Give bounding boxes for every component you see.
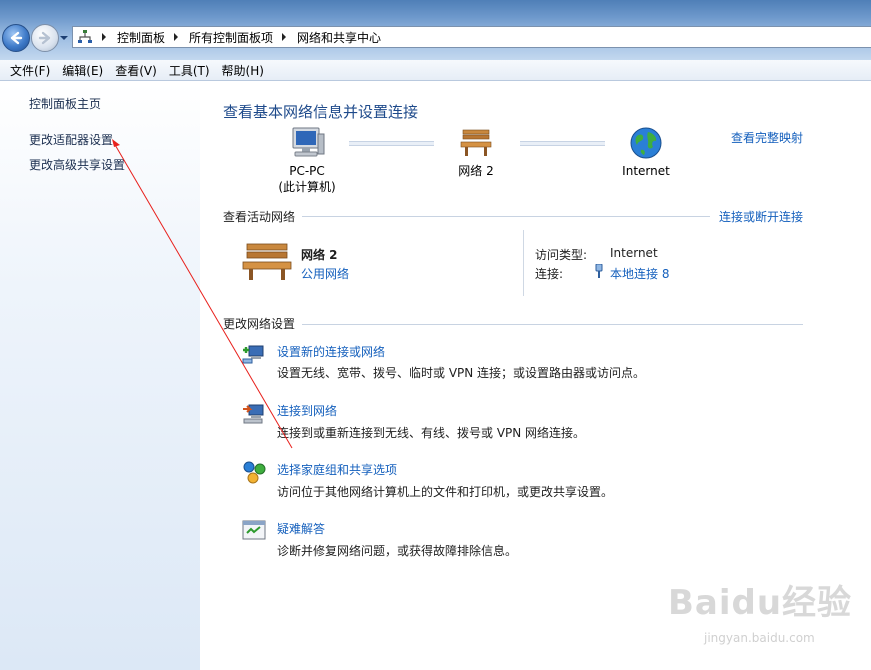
window-titlebar: 控制面板 所有控制面板项 网络和共享中心 bbox=[0, 0, 871, 60]
breadcrumb-separator-icon[interactable] bbox=[173, 32, 183, 42]
map-link-line bbox=[349, 141, 434, 146]
back-button[interactable] bbox=[2, 24, 30, 52]
sidebar: 控制面板主页 更改适配器设置 更改高级共享设置 bbox=[0, 82, 200, 670]
network-type-link[interactable]: 公用网络 bbox=[301, 265, 349, 282]
map-link-line bbox=[520, 141, 605, 146]
sidebar-item-advanced-sharing[interactable]: 更改高级共享设置 bbox=[29, 156, 125, 173]
internet-label: Internet bbox=[622, 164, 670, 178]
map-node-internet[interactable]: Internet bbox=[616, 126, 676, 179]
ethernet-plug-icon bbox=[595, 264, 603, 278]
breadcrumb-control-panel[interactable]: 控制面板 bbox=[117, 29, 165, 46]
sidebar-item-control-panel-home[interactable]: 控制面板主页 bbox=[29, 95, 101, 112]
computer-sub-label: (此计算机) bbox=[278, 180, 336, 194]
active-networks-heading: 查看活动网络 bbox=[223, 210, 296, 224]
local-connection-link[interactable]: 本地连接 8 bbox=[610, 265, 669, 282]
homegroup-icon bbox=[243, 461, 266, 484]
change-settings-heading: 更改网络设置 bbox=[223, 317, 296, 331]
access-type-value: Internet bbox=[610, 246, 658, 260]
task-new-connection-desc: 设置无线、宽带、拨号、临时或 VPN 连接；或设置路由器或访问点。 bbox=[277, 366, 646, 380]
access-type-label: 访问类型: bbox=[535, 248, 588, 262]
map-node-network[interactable]: 网络 2 bbox=[446, 126, 506, 179]
menu-edit[interactable]: 编辑(E) bbox=[56, 62, 109, 79]
troubleshoot-icon bbox=[242, 520, 266, 540]
view-full-map-link[interactable]: 查看完整映射 bbox=[731, 129, 803, 146]
section-divider bbox=[302, 324, 803, 325]
menu-file[interactable]: 文件(F) bbox=[4, 62, 56, 79]
task-connect-network-link[interactable]: 连接到网络 bbox=[277, 402, 337, 419]
vertical-divider bbox=[523, 230, 524, 296]
menu-tools[interactable]: 工具(T) bbox=[163, 62, 216, 79]
breadcrumb-separator-icon[interactable] bbox=[101, 32, 111, 42]
connect-network-icon bbox=[243, 404, 264, 424]
forward-button[interactable] bbox=[31, 24, 59, 52]
computer-name: PC-PC bbox=[289, 164, 325, 178]
connect-disconnect-link[interactable]: 连接或断开连接 bbox=[719, 208, 803, 225]
recent-pages-dropdown[interactable] bbox=[59, 34, 69, 42]
menu-help[interactable]: 帮助(H) bbox=[216, 62, 270, 79]
page-title: 查看基本网络信息并设置连接 bbox=[223, 103, 419, 121]
watermark-url: jingyan.baidu.com bbox=[704, 631, 815, 645]
task-troubleshoot-link[interactable]: 疑难解答 bbox=[277, 520, 325, 537]
address-bar[interactable]: 控制面板 所有控制面板项 网络和共享中心 bbox=[72, 26, 871, 48]
menu-view[interactable]: 查看(V) bbox=[109, 62, 163, 79]
breadcrumb-all-items[interactable]: 所有控制面板项 bbox=[189, 29, 273, 46]
arrow-left-icon bbox=[10, 31, 23, 45]
network-label: 网络 2 bbox=[458, 164, 494, 178]
active-network-name: 网络 2 bbox=[301, 248, 338, 262]
task-connect-network-desc: 连接到或重新连接到无线、有线、拨号或 VPN 网络连接。 bbox=[277, 426, 586, 440]
map-node-computer[interactable]: PC-PC (此计算机) bbox=[274, 126, 340, 195]
task-homegroup-link[interactable]: 选择家庭组和共享选项 bbox=[277, 461, 397, 478]
bench-network-icon bbox=[242, 243, 292, 280]
arrow-right-icon bbox=[38, 31, 51, 45]
task-troubleshoot-desc: 诊断并修复网络问题，或获得故障排除信息。 bbox=[277, 544, 518, 558]
new-connection-icon bbox=[242, 345, 264, 364]
section-divider bbox=[302, 216, 710, 217]
computer-icon bbox=[292, 127, 325, 157]
watermark-brand: Baidu经验 bbox=[668, 583, 853, 623]
task-homegroup-desc: 访问位于其他网络计算机上的文件和打印机，或更改共享设置。 bbox=[277, 485, 614, 499]
baidu-watermark: Baidu经验 jingyan.baidu.com bbox=[668, 575, 868, 667]
network-center-icon bbox=[78, 30, 92, 43]
menu-bar: 文件(F) 编辑(E) 查看(V) 工具(T) 帮助(H) bbox=[0, 60, 871, 81]
breadcrumb-separator-icon[interactable] bbox=[281, 32, 291, 42]
breadcrumb-network-center[interactable]: 网络和共享中心 bbox=[297, 29, 381, 46]
sidebar-item-adapter-settings[interactable]: 更改适配器设置 bbox=[29, 131, 113, 148]
connection-label: 连接: bbox=[535, 267, 564, 281]
task-new-connection-link[interactable]: 设置新的连接或网络 bbox=[277, 343, 385, 360]
bench-network-icon bbox=[460, 129, 492, 156]
globe-icon bbox=[630, 127, 662, 159]
